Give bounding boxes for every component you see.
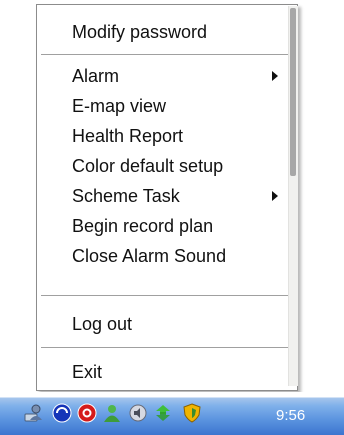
- menu-separator: [41, 295, 293, 297]
- menu-separator: [41, 347, 293, 349]
- context-menu: Modify password Alarm E-map view Health …: [36, 4, 298, 391]
- menu-item-scheme-task-label: Scheme Task: [72, 186, 180, 206]
- menu-item-health-report[interactable]: Health Report: [38, 121, 296, 151]
- blue-circle-app-icon[interactable]: [52, 403, 72, 423]
- menu-item-color-default-setup[interactable]: Color default setup: [38, 151, 296, 181]
- submenu-arrow-icon: [272, 191, 278, 201]
- speaker-icon[interactable]: [128, 403, 148, 423]
- green-user-icon[interactable]: [102, 403, 122, 423]
- menu-item-alarm[interactable]: Alarm: [38, 61, 296, 91]
- shield-icon[interactable]: [182, 403, 202, 423]
- green-arrows-icon[interactable]: [153, 403, 173, 423]
- menu-item-scheme-task[interactable]: Scheme Task: [38, 181, 296, 211]
- menu-item-close-alarm-sound[interactable]: Close Alarm Sound: [38, 241, 296, 271]
- red-circle-app-icon[interactable]: [77, 403, 97, 423]
- menu-item-begin-record-plan[interactable]: Begin record plan: [38, 211, 296, 241]
- menu-item-emap-view[interactable]: E-map view: [38, 91, 296, 121]
- menu-item-log-out[interactable]: Log out: [38, 309, 296, 339]
- menu-item-exit[interactable]: Exit: [38, 357, 296, 387]
- network-user-icon[interactable]: [24, 403, 44, 423]
- menu-item-alarm-label: Alarm: [72, 66, 120, 86]
- taskbar-clock[interactable]: 9:56: [276, 407, 305, 424]
- menu-separator: [41, 54, 293, 56]
- scrollbar-thumb[interactable]: [290, 8, 296, 176]
- submenu-arrow-icon: [272, 71, 278, 81]
- menu-item-modify-password[interactable]: Modify password: [38, 17, 296, 47]
